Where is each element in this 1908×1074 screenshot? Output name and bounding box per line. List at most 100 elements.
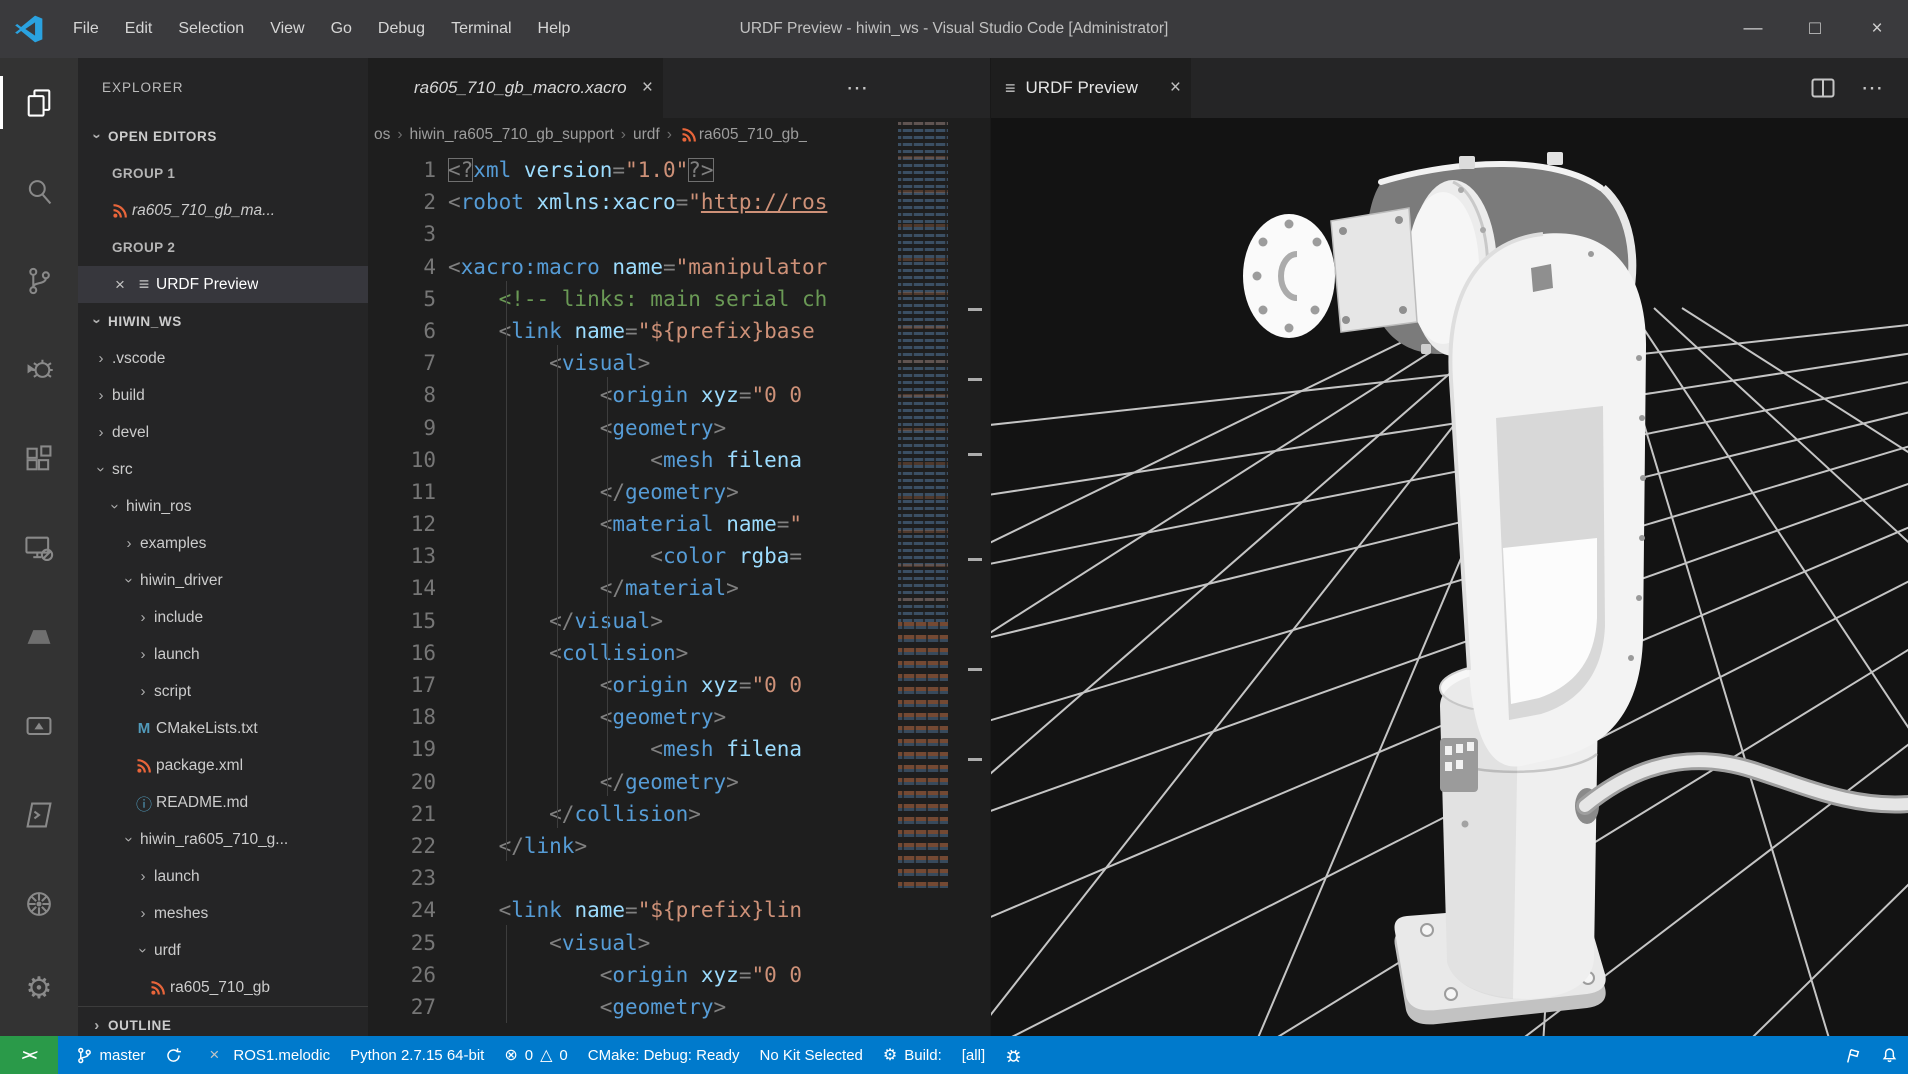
line-number: 4 (423, 254, 436, 279)
code-line-25[interactable]: 25 <visual> (368, 927, 990, 959)
split-editor-icon[interactable] (1811, 78, 1835, 98)
feedback[interactable] (1834, 1036, 1871, 1074)
open-editors-group[interactable]: GROUP 1 (78, 155, 368, 192)
open-editor-item[interactable]: ra605_710_gb_ma... (78, 192, 368, 229)
breadcrumb-item[interactable]: os (374, 126, 390, 144)
extensions-icon[interactable] (0, 414, 78, 503)
tree-folder-launch[interactable]: › launch (78, 858, 368, 895)
breadcrumb-item[interactable]: hiwin_ra605_710_gb_support (410, 126, 614, 144)
chevron-icon: › (140, 868, 146, 885)
minimap[interactable] (893, 118, 955, 892)
sync-button[interactable] (155, 1036, 192, 1074)
remote-explorer-icon[interactable] (0, 503, 78, 592)
menu-selection[interactable]: Selection (165, 0, 257, 58)
tree-folder-src[interactable]: › src (78, 451, 368, 488)
tree-folder-hiwin-ra605-710-g-[interactable]: › hiwin_ra605_710_g... (78, 821, 368, 858)
explorer-icon[interactable] (0, 58, 78, 147)
chevron-icon: › (92, 467, 110, 472)
close-button[interactable]: × (1846, 0, 1908, 58)
line-number: 23 (410, 866, 436, 891)
terminal-panel-icon[interactable] (0, 771, 78, 860)
cmake-debug[interactable] (995, 1036, 1032, 1074)
open-editors-group[interactable]: GROUP 2 (78, 229, 368, 266)
ruler-mark (968, 378, 982, 381)
menu-edit[interactable]: Edit (112, 0, 166, 58)
python-interpreter[interactable]: Python 2.7.15 64-bit (340, 1036, 494, 1074)
menu-file[interactable]: File (60, 0, 112, 58)
menu-terminal[interactable]: Terminal (438, 0, 524, 58)
search-icon[interactable] (0, 147, 78, 236)
title-bar: File Edit Selection View Go Debug Terminal Help… (0, 0, 1908, 58)
tree-file-README-md[interactable]: ⓘ README.md (78, 784, 368, 821)
tab-xacro-file[interactable]: ra605_710_gb_macro.xacro × (368, 58, 663, 118)
menu-help[interactable]: Help (525, 0, 584, 58)
line-number: 21 (410, 801, 436, 826)
chevron-icon: › (120, 837, 138, 842)
line-number: 18 (410, 705, 436, 730)
line-number: 14 (410, 576, 436, 601)
tree-file-ra605-710-gb[interactable]: ra605_710_gb (78, 969, 368, 1006)
tree-folder-meshes[interactable]: › meshes (78, 895, 368, 932)
ros-icon[interactable] (0, 592, 78, 681)
tree-folder--vscode[interactable]: › .vscode (78, 340, 368, 377)
cmake-file-icon: M (137, 720, 151, 737)
close-icon[interactable]: × (108, 275, 132, 295)
line-number: 15 (410, 608, 436, 633)
tree-folder-build[interactable]: › build (78, 377, 368, 414)
xacro-file-icon (146, 980, 170, 996)
cmake-build[interactable]: ⚙ Build: (873, 1036, 952, 1074)
status-bar: >< master × ROS1.melodic Python 2.7.15 64-bi… (0, 1036, 1908, 1074)
settings-gear-icon[interactable]: ⚙ (26, 949, 53, 1028)
notifications[interactable] (1871, 1036, 1908, 1074)
test-explorer-icon[interactable] (0, 682, 78, 771)
run-debug-icon[interactable] (0, 325, 78, 414)
minimize-button[interactable]: — (1722, 0, 1784, 58)
code-line-27[interactable]: 27 <geometry> (368, 991, 990, 1023)
open-editor-item[interactable]: × ≡ URDF Preview (78, 266, 368, 303)
editor-tab-bar: ra605_710_gb_macro.xacro × ⋯ (368, 58, 990, 118)
tree-folder-script[interactable]: › script (78, 673, 368, 710)
source-control-icon[interactable] (0, 236, 78, 325)
git-branch[interactable]: master (66, 1036, 156, 1074)
urdf-3d-viewport[interactable] (991, 118, 1908, 1036)
tree-folder-include[interactable]: › include (78, 599, 368, 636)
file-tree: › .vscode › build › devel › src › hiwin_ros › examp… (78, 340, 368, 1006)
outline-header[interactable]: › OUTLINE (78, 1006, 368, 1036)
line-number: 3 (423, 222, 436, 247)
preview-more-actions-icon[interactable]: ⋯ (1861, 75, 1885, 101)
tree-folder-examples[interactable]: › examples (78, 525, 368, 562)
remote-indicator[interactable]: >< (0, 1036, 58, 1074)
menu-view[interactable]: View (257, 0, 317, 58)
line-number: 10 (410, 447, 436, 472)
breadcrumb-item[interactable]: urdf (633, 126, 660, 144)
tree-file-package-xml[interactable]: package.xml (78, 747, 368, 784)
problems[interactable]: ⊗ 0 △ 0 (494, 1036, 577, 1074)
cmake-target[interactable]: [all] (952, 1036, 995, 1074)
code-line-24[interactable]: 24 <link name="${prefix}lin (368, 894, 990, 926)
editor-more-actions-icon[interactable]: ⋯ (846, 75, 870, 101)
tab-urdf-preview[interactable]: ≡ URDF Preview × (991, 58, 1191, 118)
tree-folder-launch[interactable]: › launch (78, 636, 368, 673)
chevron-down-icon: › (88, 318, 106, 325)
kubernetes-icon[interactable] (0, 860, 78, 949)
tab-close-icon[interactable]: × (1170, 77, 1181, 99)
close-icon[interactable]: × (202, 1045, 226, 1065)
line-number: 1 (423, 158, 436, 182)
breadcrumb-item[interactable]: ra605_710_gb_ (679, 126, 807, 144)
notifications-bell-icon (1882, 1047, 1897, 1062)
workspace-header[interactable]: › HIWIN_WS (78, 303, 368, 340)
code-line-26[interactable]: 26 <origin xyz="0 0 (368, 959, 990, 991)
tree-folder-hiwin-ros[interactable]: › hiwin_ros (78, 488, 368, 525)
ros-version[interactable]: × ROS1.melodic (192, 1036, 340, 1074)
open-editors-header[interactable]: › OPEN EDITORS (78, 118, 368, 155)
cmake-status[interactable]: CMake: Debug: Ready (578, 1036, 750, 1074)
menu-go[interactable]: Go (318, 0, 365, 58)
maximize-button[interactable]: □ (1784, 0, 1846, 58)
tree-file-CMakeLists-txt[interactable]: M CMakeLists.txt (78, 710, 368, 747)
tab-close-icon[interactable]: × (642, 77, 653, 99)
tree-folder-hiwin-driver[interactable]: › hiwin_driver (78, 562, 368, 599)
tree-folder-urdf[interactable]: › urdf (78, 932, 368, 969)
cmake-kit[interactable]: No Kit Selected (750, 1036, 873, 1074)
menu-debug[interactable]: Debug (365, 0, 438, 58)
tree-folder-devel[interactable]: › devel (78, 414, 368, 451)
